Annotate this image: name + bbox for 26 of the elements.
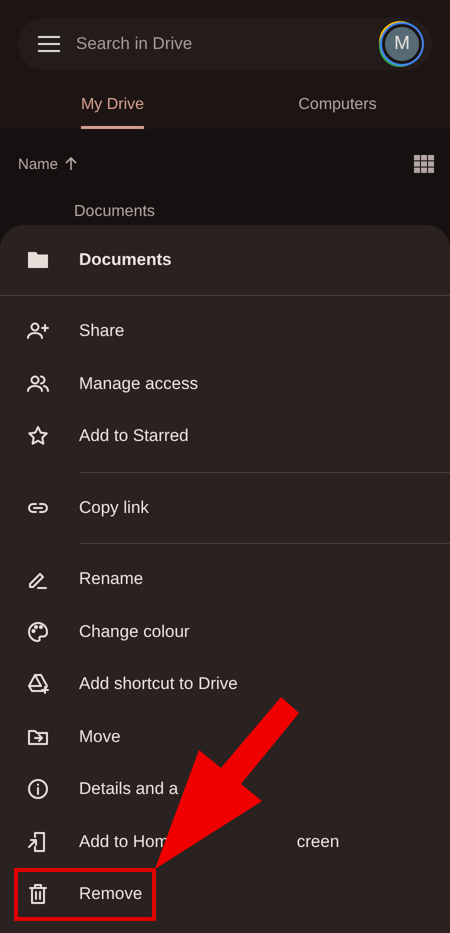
- grid-view-icon[interactable]: [414, 155, 434, 173]
- menu-item[interactable]: Rename: [0, 553, 371, 606]
- search-placeholder: Search in Drive: [76, 34, 194, 54]
- label-fragment: creen: [296, 832, 340, 852]
- info-icon: [26, 777, 50, 802]
- menu-item[interactable]: Remove: [14, 868, 156, 920]
- sheet-title: Documents: [79, 250, 172, 270]
- menu-item[interactable]: Change colour: [0, 606, 371, 658]
- menu-item[interactable]: Share: [0, 305, 450, 358]
- menu-item[interactable]: Add to Starred: [0, 410, 450, 462]
- menu-item[interactable]: Details and a: [0, 763, 371, 816]
- menu-item[interactable]: Add shortcut to Drive: [0, 658, 371, 710]
- drive-plus-icon: [26, 672, 50, 696]
- menu-item[interactable]: Copy link: [0, 482, 371, 534]
- menu-item[interactable]: Manage access: [0, 358, 450, 410]
- sort-arrow-icon[interactable]: [64, 157, 78, 171]
- menu-icon[interactable]: [38, 36, 60, 52]
- menu-item[interactable]: Move: [0, 710, 371, 763]
- account-avatar[interactable]: M: [382, 24, 422, 64]
- tab[interactable]: Computers: [225, 70, 450, 129]
- sort-label[interactable]: Name: [18, 156, 58, 172]
- search-bar[interactable]: Search in Drive M: [18, 18, 432, 70]
- palette-icon: [26, 620, 50, 644]
- tab[interactable]: My Drive: [0, 70, 225, 129]
- trash-icon: [26, 882, 50, 906]
- file-name: Documents: [74, 203, 156, 221]
